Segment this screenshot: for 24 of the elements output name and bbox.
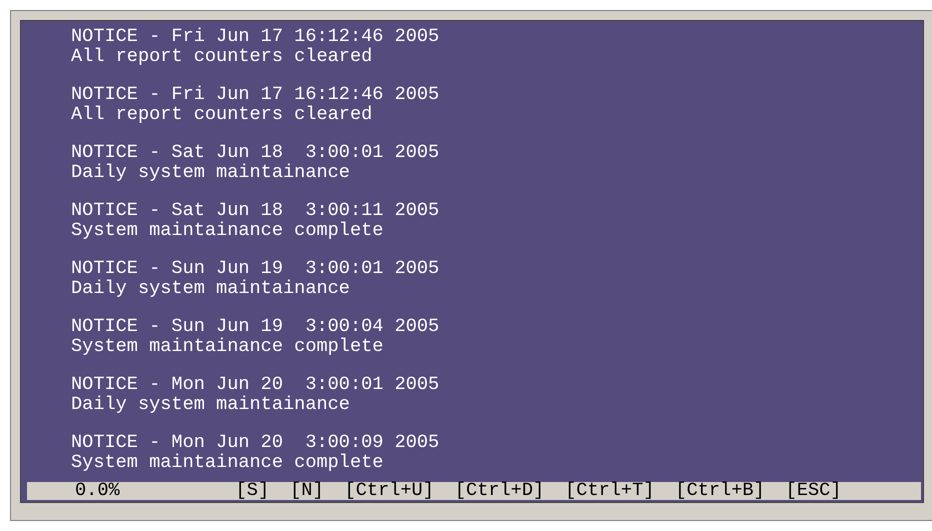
- key-hint: [Ctrl+T]: [565, 482, 654, 500]
- log-header: NOTICE - Fri Jun 17 16:12:46 2005: [71, 27, 440, 47]
- log-header: NOTICE - Sun Jun 19 3:00:04 2005: [71, 317, 440, 337]
- key-hint: [Ctrl+U]: [344, 482, 434, 500]
- log-message: System maintainance complete: [71, 337, 384, 357]
- key-hint: [Ctrl+B]: [675, 482, 765, 500]
- key-hint: [S]: [236, 482, 270, 500]
- log-message: All report counters cleared: [71, 105, 372, 125]
- log-header: NOTICE - Mon Jun 20 3:00:09 2005: [71, 433, 440, 453]
- log-header: NOTICE - Fri Jun 17 16:12:46 2005: [71, 85, 440, 105]
- log-header: NOTICE - Sat Jun 18 3:00:01 2005: [71, 143, 440, 163]
- log-header: NOTICE - Mon Jun 20 3:00:01 2005: [71, 375, 440, 395]
- key-hint: [N]: [290, 482, 324, 500]
- log-message: System maintainance complete: [71, 453, 384, 473]
- log-message: All report counters cleared: [71, 47, 372, 67]
- log-message: Daily system maintainance: [71, 279, 350, 299]
- log-message: Daily system maintainance: [71, 395, 350, 415]
- progress-percent: 0.0%: [75, 482, 120, 500]
- log-header: NOTICE - Sat Jun 18 3:00:11 2005: [71, 201, 440, 221]
- log-message: Daily system maintainance: [71, 163, 350, 183]
- log-header: NOTICE - Sun Jun 19 3:00:01 2005: [71, 259, 440, 279]
- key-hint: [ESC]: [786, 482, 842, 500]
- key-hint: [Ctrl+D]: [454, 482, 544, 500]
- log-message: System maintainance complete: [71, 221, 384, 241]
